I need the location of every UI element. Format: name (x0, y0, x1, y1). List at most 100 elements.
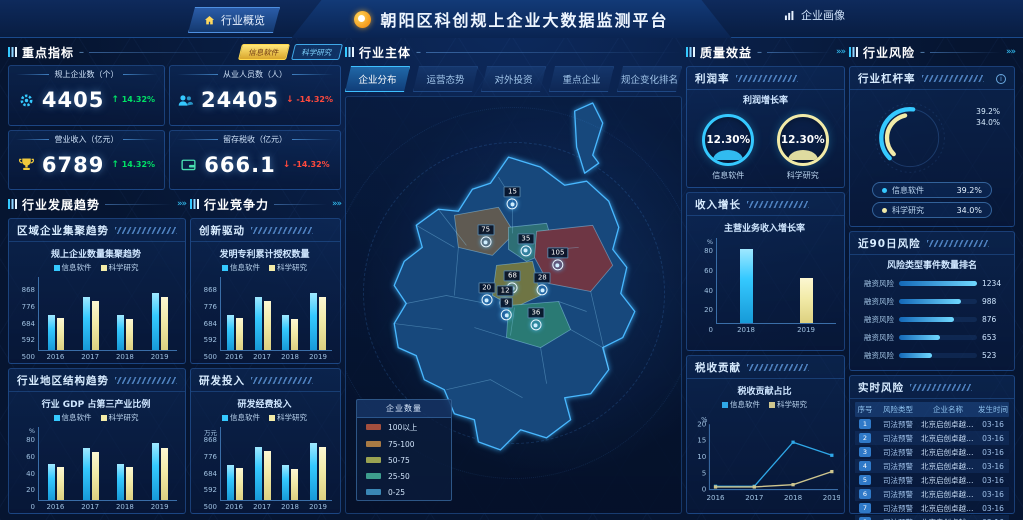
metric-delta-value: 14.32% (119, 160, 155, 169)
card-subheader: 实时风险 (850, 376, 1014, 399)
gauge-value: 12.30% (781, 134, 825, 146)
trend-competitiveness-row: 行业发展趋势 区域企业集聚趋势 规上企业数量集聚趋势信息软件科学研究868776… (8, 194, 341, 514)
card-subtitle: 创新驱动 (199, 223, 245, 238)
x-axis-labels: 2016201720182019 (220, 351, 332, 362)
nav-industry-overview[interactable]: 行业概览 (188, 7, 280, 33)
bar-group (249, 277, 277, 350)
metric-value-row: 24405↓ -14.32% (177, 80, 333, 121)
people-icon (177, 92, 194, 109)
table-row: 2司法预警北京启创卓越科技有限公司03-16 (855, 431, 1009, 445)
map-marker[interactable]: 28 (534, 273, 551, 296)
seq-badge: 5 (859, 475, 871, 485)
map-marker[interactable]: 15 (504, 187, 521, 210)
x-tick-label: 2017 (248, 351, 276, 362)
time-cell: 03-16 (977, 462, 1009, 471)
bar (48, 315, 55, 350)
chart-body: 万元8687766845925002016201720182019 (193, 424, 336, 512)
leverage-gauge: 39.2%34.0% (850, 90, 1014, 182)
svg-text:15: 15 (697, 436, 706, 445)
time-cell: 03-16 (977, 448, 1009, 457)
nav-enterprise-profile[interactable]: 企业画像 (783, 7, 845, 23)
metric-tag-0[interactable]: 信息软件 (238, 44, 290, 60)
chart-legend: 信息软件 科学研究 (193, 261, 336, 274)
map-legend-item: 100以上 (357, 418, 451, 436)
tab-2[interactable]: 对外投资 (481, 66, 546, 92)
y-tick-label: 80 (704, 248, 713, 255)
tab-1[interactable]: 运营态势 (413, 66, 478, 92)
chart-plot-wrap: 2016201720182019 (38, 277, 177, 362)
map-marker[interactable]: 105 (547, 248, 568, 271)
map-marker[interactable]: 36 (527, 308, 544, 331)
y-tick-label: 592 (22, 337, 35, 344)
bar (282, 315, 289, 350)
bar-value: 988 (982, 297, 1006, 306)
expand-arrows-icon[interactable] (177, 199, 186, 209)
y-tick-label: 500 (204, 504, 217, 511)
risk-type-cell: 司法预警 (877, 433, 919, 444)
location-pin-icon (481, 295, 492, 306)
bar (57, 318, 64, 350)
chart-body: %80604020020182019 (689, 235, 840, 335)
expand-arrows-icon[interactable] (836, 47, 845, 57)
seq-cell: 7 (855, 503, 875, 513)
bar (117, 464, 124, 501)
district-map[interactable]: 15753510568282012936 企业数量 100以上75-10050-… (345, 96, 682, 514)
bar-group (108, 427, 143, 500)
x-axis-labels: 20182019 (716, 324, 836, 335)
bar-chart-icon (783, 9, 796, 22)
seq-cell: 1 (855, 419, 875, 429)
metric-tag-1[interactable]: 科学研究 (291, 44, 343, 60)
chart-region-cluster: 规上企业数量集聚趋势信息软件科学研究8687766845925002016201… (9, 242, 185, 363)
x-tick-label: 2016 (38, 501, 73, 512)
marker-value-badge: 75 (477, 225, 494, 236)
card-tax-contribution: 税收贡献 税收贡献占比信息软件科学研究%20151050201620172018… (686, 355, 845, 514)
bar (310, 443, 317, 500)
risk-type-cell: 司法预警 (877, 517, 919, 520)
legend-item: 信息软件 (222, 262, 260, 273)
expand-arrows-icon[interactable] (332, 199, 341, 209)
risk-type-cell: 司法预警 (877, 419, 919, 430)
tab-4[interactable]: 规企变化排名 (617, 66, 682, 92)
dashboard-grid: 重点指标 – 信息软件科学研究 规上企业数（个）4405↑ 14.32%从业人员… (8, 42, 1015, 514)
tab-0[interactable]: 企业分布 (345, 66, 410, 92)
map-marker[interactable]: 9 (500, 298, 512, 321)
y-tick-label: 684 (204, 471, 217, 478)
x-tick-label: 2016 (220, 351, 248, 362)
expand-arrows-icon[interactable] (1006, 47, 1015, 57)
map-legend-title: 企业数量 (357, 400, 451, 418)
legend-range-label: 75-100 (388, 440, 415, 449)
metric-delta-value: 14.32% (119, 95, 155, 104)
map-marker[interactable]: 35 (517, 233, 534, 256)
legend-dot-icon (882, 188, 887, 193)
x-tick-label: 2016 (38, 351, 73, 362)
chart-plot-wrap: 20182019 (716, 238, 836, 335)
legend-item: 信息软件 (222, 412, 260, 423)
info-icon[interactable]: i (996, 74, 1006, 84)
bar-fill (899, 353, 932, 358)
chart-legend: 信息软件科学研究 (11, 411, 181, 424)
chart-patents: 发明专利累计授权数量信息软件科学研究8687766845925002016201… (191, 242, 340, 363)
chart-y-axis: 万元868776684592500 (195, 427, 220, 512)
legend-swatch (769, 402, 775, 408)
bar (57, 467, 64, 500)
bar-value: 1234 (982, 279, 1006, 288)
marker-value-badge: 12 (497, 285, 514, 296)
leverage-legend: 信息软件39.2%科学研究34.0% (850, 182, 1014, 226)
legend-label: 信息软件 (230, 262, 260, 273)
metric-label: 规上企业数（个） (16, 69, 157, 80)
bar-track (899, 281, 977, 286)
y-tick-label: 592 (204, 337, 217, 344)
map-marker[interactable]: 20 (478, 283, 495, 306)
table-row: 8司法预警北京启创卓越科技有限公司03-16 (855, 515, 1009, 520)
tab-3[interactable]: 重点企业 (549, 66, 614, 92)
seq-badge: 3 (859, 447, 871, 457)
bar-group (143, 277, 178, 350)
card-region-cluster: 区域企业集聚趋势 规上企业数量集聚趋势信息软件科学研究8687766845925… (8, 218, 186, 364)
bar-track (899, 299, 977, 304)
chart-body: %8060402002016201720182019 (11, 424, 181, 512)
y-tick-label: 592 (204, 487, 217, 494)
legend-label: 科学研究 (277, 262, 307, 273)
map-marker[interactable]: 75 (477, 225, 494, 248)
x-tick-label: 2019 (776, 324, 836, 335)
y-tick-label: 684 (22, 321, 35, 328)
